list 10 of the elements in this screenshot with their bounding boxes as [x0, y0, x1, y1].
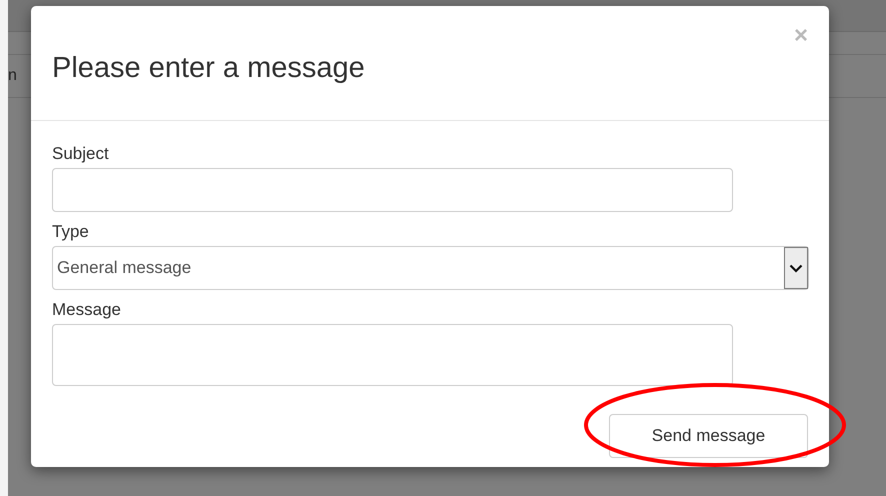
field-label: Subject: [52, 144, 109, 164]
message-field[interactable]: [52, 324, 733, 386]
dialog-title: Please enter a message: [52, 52, 365, 85]
field-label: Message: [52, 300, 121, 320]
field-label: Type: [52, 222, 89, 242]
type-dropdown[interactable]: General message: [52, 246, 809, 290]
send-message-button[interactable]: Send message: [609, 414, 808, 458]
background-text: n: [8, 67, 17, 85]
chevron-down-icon: [789, 264, 803, 272]
subject-field[interactable]: [52, 168, 733, 212]
